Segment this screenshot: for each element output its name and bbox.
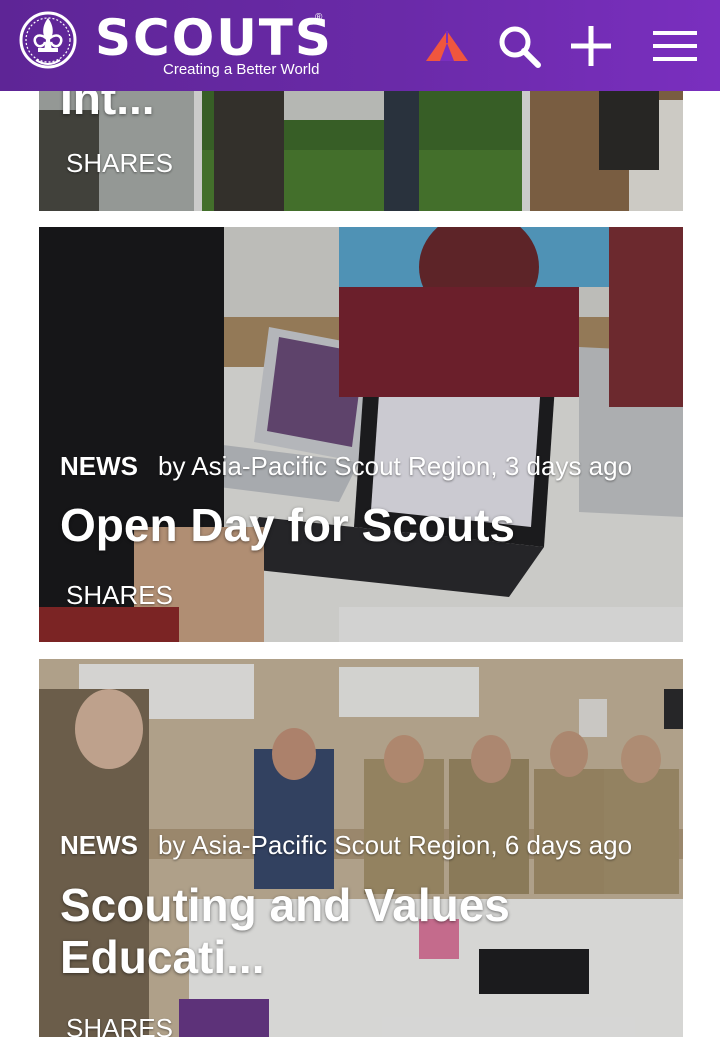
article-3-byline: by Asia-Pacific Scout Region, 6 days ago xyxy=(158,830,633,860)
article-2-category[interactable]: NEWS xyxy=(60,451,138,481)
brand-tagline: Creating a Better World xyxy=(163,61,320,78)
article-3-shares-label[interactable]: SHARES xyxy=(66,1013,173,1037)
article-2-byline: by Asia-Pacific Scout Region, 3 days ago xyxy=(158,451,633,481)
article-card-2[interactable]: NEWS by Asia-Pacific Scout Region, 3 days… xyxy=(39,227,683,642)
add-button[interactable] xyxy=(566,20,616,72)
article-2-shares-label[interactable]: SHARES xyxy=(66,580,173,611)
article-3-category[interactable]: NEWS xyxy=(60,830,138,860)
registered-mark: ® xyxy=(315,12,323,23)
article-3-title[interactable]: Scouting and Values Educati... xyxy=(60,879,660,983)
article-3-meta: NEWS by Asia-Pacific Scout Region, 6 days… xyxy=(60,830,632,861)
scouts-emblem-icon[interactable] xyxy=(18,8,78,74)
app-header: SCOUTS ® Creating a Better World xyxy=(0,0,720,91)
article-card-3[interactable]: NEWS by Asia-Pacific Scout Region, 6 days… xyxy=(39,659,683,1037)
hamburger-menu-icon xyxy=(653,31,697,61)
search-icon xyxy=(499,26,541,68)
brand-name[interactable]: SCOUTS xyxy=(95,8,333,68)
search-button[interactable] xyxy=(494,20,544,72)
article-1-shares-label[interactable]: SHARES xyxy=(66,148,173,179)
article-2-meta: NEWS by Asia-Pacific Scout Region, 3 days… xyxy=(60,451,632,482)
plus-icon xyxy=(571,26,611,66)
menu-button[interactable] xyxy=(650,20,700,72)
article-2-title[interactable]: Open Day for Scouts xyxy=(60,499,660,551)
tent-icon xyxy=(426,31,468,61)
tent-button[interactable] xyxy=(422,20,472,72)
